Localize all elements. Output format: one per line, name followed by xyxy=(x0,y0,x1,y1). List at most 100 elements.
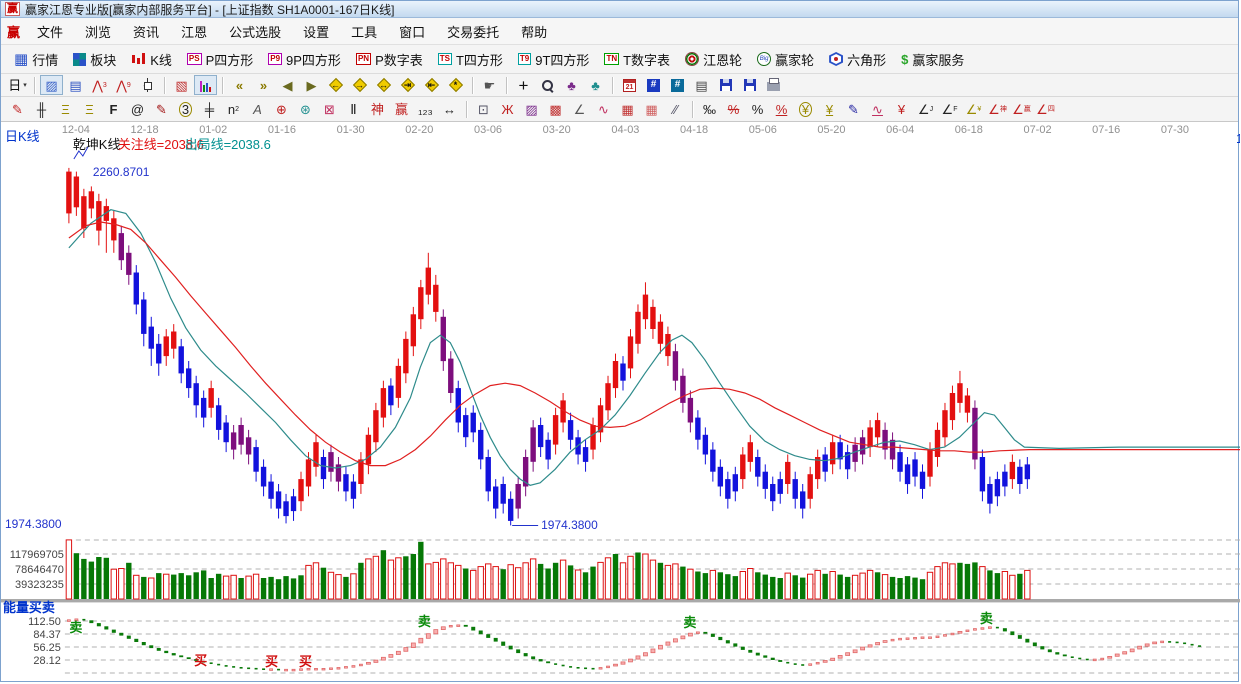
winner-service-button[interactable]: $赢家服务 xyxy=(896,48,972,71)
calendar-icon[interactable]: 21 xyxy=(618,75,641,95)
gann-tool-teal-icon[interactable]: ♣ xyxy=(584,75,607,95)
menu-item-settings[interactable]: 设置 xyxy=(292,22,340,41)
angle-j-icon[interactable]: ∠J xyxy=(914,99,937,119)
reset-view-icon[interactable]: * xyxy=(444,75,467,95)
circle-cross-icon[interactable]: ⊕ xyxy=(270,99,293,119)
parallel-lines-icon[interactable]: ⁄⁄ xyxy=(664,99,687,119)
save-icon[interactable] xyxy=(714,75,737,95)
menu-item-trade-order[interactable]: 交易委托 xyxy=(436,22,510,41)
calculator2-icon[interactable]: # xyxy=(666,75,689,95)
t-table-button[interactable]: TNT数字表 xyxy=(599,48,678,71)
grid-red2-icon[interactable]: ▦ xyxy=(640,99,663,119)
wave-levels-icon[interactable]: ∿ xyxy=(866,99,889,119)
circle3-icon[interactable]: 3 xyxy=(174,99,197,119)
box-hatch-icon[interactable]: ▩ xyxy=(544,99,567,119)
notes-icon[interactable]: ▤ xyxy=(690,75,713,95)
angle-gold-icon[interactable]: ∠¥ xyxy=(962,99,985,119)
ruler2-icon[interactable]: ╪ xyxy=(198,99,221,119)
percent-strike-icon[interactable]: % xyxy=(722,99,745,119)
draw-pencil-icon[interactable]: ✎ xyxy=(6,99,29,119)
gann-ruler-icon[interactable]: ╫ xyxy=(30,99,53,119)
zoom-tool-icon[interactable] xyxy=(536,75,559,95)
p-square-button[interactable]: PSP四方形 xyxy=(182,48,261,71)
period-day-dropdown[interactable]: 日▾ xyxy=(6,75,29,95)
go-prev-icon[interactable]: ◀ xyxy=(276,75,299,95)
hand-tool-icon[interactable]: ☛ xyxy=(478,75,501,95)
kline-chart-svg[interactable]: 12-0412-1801-0201-1601-3002-2003-0603-20… xyxy=(1,122,1240,679)
scroll-left-icon[interactable]: ← xyxy=(324,75,347,95)
ink-pen-icon[interactable]: ✎ xyxy=(842,99,865,119)
percent-icon[interactable]: % xyxy=(746,99,769,119)
ying-ruler-icon[interactable]: 赢 xyxy=(390,99,413,119)
export-icon[interactable] xyxy=(738,75,761,95)
menu-item-help[interactable]: 帮助 xyxy=(510,22,558,41)
menu-item-file[interactable]: 文件 xyxy=(26,22,74,41)
hexagon-button[interactable]: 六角形 xyxy=(824,48,894,71)
gold-lines-icon[interactable]: ¥ xyxy=(818,99,841,119)
spiral-icon[interactable]: @ xyxy=(126,99,149,119)
scroll-right-icon[interactable]: → xyxy=(348,75,371,95)
angle-ying-icon[interactable]: ∠赢 xyxy=(1010,99,1033,119)
9t-square-button[interactable]: T99T四方形 xyxy=(513,48,598,71)
p-table-button[interactable]: PNP数字表 xyxy=(351,48,431,71)
kline-button[interactable]: K线 xyxy=(126,48,180,71)
grid-red1-icon[interactable]: ▦ xyxy=(616,99,639,119)
gann-tool-purple-icon[interactable]: ♣ xyxy=(560,75,583,95)
gold-ratio2-icon[interactable]: Ξ xyxy=(78,99,101,119)
expand-x-icon[interactable]: ↔ xyxy=(372,75,395,95)
menu-item-gann[interactable]: 江恩 xyxy=(170,22,218,41)
menu-item-window[interactable]: 窗口 xyxy=(388,22,436,41)
trend-angle-icon[interactable]: ∠ xyxy=(568,99,591,119)
quote-marks-icon[interactable]: Ⅱ xyxy=(342,99,365,119)
quotes-button[interactable]: ▦行情 xyxy=(9,48,66,71)
menu-item-formula-stock-pick[interactable]: 公式选股 xyxy=(218,22,292,41)
wave-9-icon[interactable]: ⋀9 xyxy=(112,75,135,95)
angle-shen-icon[interactable]: ∠神 xyxy=(986,99,1009,119)
wave-3-icon[interactable]: ⋀3 xyxy=(88,75,111,95)
n-square-icon[interactable]: n2 xyxy=(222,99,245,119)
ruler-123-icon[interactable]: ₁₂₃ xyxy=(414,99,437,119)
pencil2-icon[interactable]: ✎ xyxy=(150,99,173,119)
zigzag-icon[interactable]: ∿ xyxy=(592,99,615,119)
info-doc-icon[interactable]: ▤ xyxy=(64,75,87,95)
go-next-icon[interactable]: ▶ xyxy=(300,75,323,95)
winner-wheel-button[interactable]: Big赢家轮 xyxy=(752,48,822,71)
crosshair-icon[interactable]: + xyxy=(512,75,535,95)
web-box-icon[interactable]: ⊠ xyxy=(318,99,341,119)
menu-item-news[interactable]: 资讯 xyxy=(122,22,170,41)
candle-style-dropdown[interactable]: ▾ xyxy=(136,75,159,95)
go-first-icon[interactable]: « xyxy=(228,75,251,95)
qiankun-pattern-icon[interactable]: ▧ xyxy=(170,75,193,95)
color-volume-icon[interactable] xyxy=(194,75,217,95)
mirror-a-icon[interactable]: A xyxy=(246,99,269,119)
box-rays-icon[interactable]: ▨ xyxy=(520,99,543,119)
angle-f-icon[interactable]: ∠F xyxy=(938,99,961,119)
f-ruler-icon[interactable]: F xyxy=(102,99,125,119)
gold-ratio1-icon[interactable]: Ξ xyxy=(54,99,77,119)
fan-lines-icon[interactable]: Ж xyxy=(496,99,519,119)
9p-square-button[interactable]: P99P四方形 xyxy=(263,48,349,71)
pattern-zone-icon[interactable]: ▨ xyxy=(40,75,63,95)
chart-area[interactable]: 12-0412-1801-0201-1601-3002-2003-0603-20… xyxy=(1,122,1238,679)
print-icon[interactable] xyxy=(762,75,785,95)
menu-item-browse[interactable]: 浏览 xyxy=(74,22,122,41)
shen-ruler-icon[interactable]: 神 xyxy=(366,99,389,119)
gold-band-icon[interactable]: ¥ xyxy=(890,99,913,119)
select-box-icon[interactable]: ⊡ xyxy=(472,99,495,119)
calculator-icon[interactable]: # xyxy=(642,75,665,95)
menu-item-tools[interactable]: 工具 xyxy=(340,22,388,41)
fit-x-icon[interactable]: ⇤ xyxy=(420,75,443,95)
gold-circle-icon[interactable]: ¥ xyxy=(794,99,817,119)
compress-x-icon[interactable]: ⇥ xyxy=(396,75,419,95)
gann-wheel-button[interactable]: 江恩轮 xyxy=(680,48,750,71)
percent-line-icon[interactable]: % xyxy=(770,99,793,119)
sectors-button[interactable]: 板块 xyxy=(68,48,124,71)
go-last-icon[interactable]: » xyxy=(252,75,275,95)
percent-scale-icon[interactable]: ‰ xyxy=(698,99,721,119)
angle-si-icon[interactable]: ∠四 xyxy=(1034,99,1057,119)
spider-web-icon[interactable]: ⊛ xyxy=(294,99,317,119)
width-measure-icon[interactable]: ↔ xyxy=(438,99,461,119)
t-square-button[interactable]: TST四方形 xyxy=(433,48,511,71)
pane-separator[interactable] xyxy=(1,599,1240,602)
shen-ruler-icon-glyph: 神 xyxy=(371,103,384,116)
